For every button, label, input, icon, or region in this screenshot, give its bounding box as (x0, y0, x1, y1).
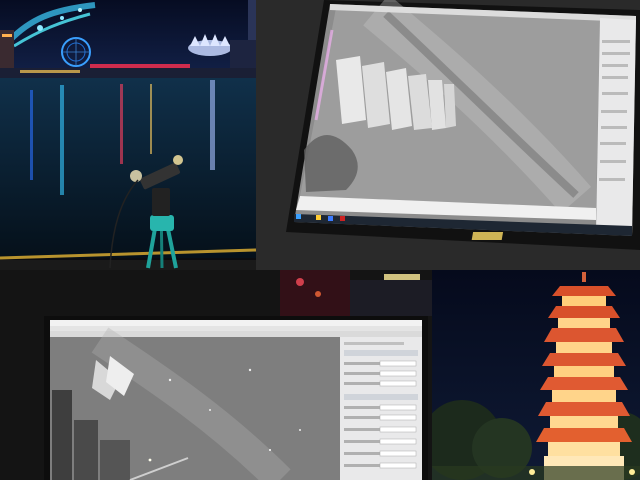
pagoda-tier-2 (548, 306, 620, 328)
harbor-scene (0, 0, 256, 270)
window-titlebar (50, 320, 422, 326)
pagoda-tier-7 (536, 428, 632, 456)
photo-laptop-pagoda-capture (256, 0, 640, 270)
pagoda-tier-4 (542, 353, 626, 377)
pagoda-tier-3 (544, 328, 624, 353)
photo-pagoda-night (432, 270, 640, 480)
laptop-scene-2 (0, 270, 432, 480)
laptop-scene-1 (256, 0, 640, 270)
observation-wheel (61, 37, 91, 67)
pagoda-tier-6 (538, 402, 630, 428)
pagoda-tier-5 (540, 377, 628, 402)
pagoda-scene (432, 270, 640, 480)
photo-laptop-skyline-capture (0, 270, 432, 480)
harbor-water (0, 78, 256, 258)
window-menubar (50, 326, 422, 331)
photo-collage (0, 0, 640, 480)
photo-harbor-tripod (0, 0, 256, 270)
